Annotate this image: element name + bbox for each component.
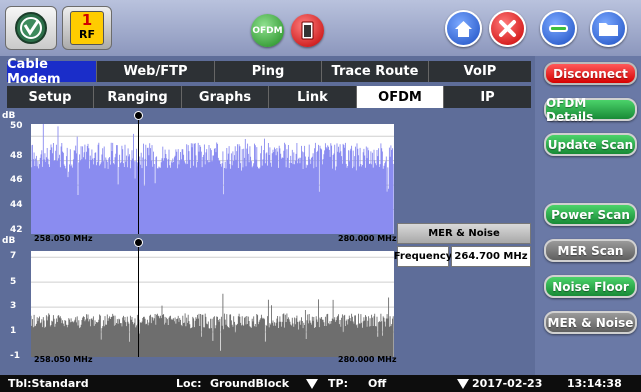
report-button[interactable] — [291, 14, 324, 47]
top-chart-x-start: 258.050 MHz — [34, 234, 93, 243]
minimize-icon — [549, 25, 568, 32]
tab-setup[interactable]: Setup — [7, 86, 94, 108]
ofdm-details-button[interactable]: OFDM Details — [544, 96, 637, 124]
info-box-label: Frequency — [394, 246, 452, 267]
bottom-chart-ytick: 7 — [10, 251, 17, 261]
home-icon — [455, 21, 472, 37]
tab-link[interactable]: Link — [269, 86, 357, 108]
tab-trace-route[interactable]: Trace Route — [322, 61, 429, 82]
home-logo-button[interactable] — [5, 6, 57, 50]
bottom-chart-marker-line[interactable] — [138, 243, 139, 357]
location-value[interactable]: GroundBlock — [210, 377, 289, 390]
bottom-chart-unit: dB — [2, 236, 16, 246]
rf-badge: 1 RF — [70, 11, 104, 45]
tab-web-ftp[interactable]: Web/FTP — [97, 61, 215, 82]
top-chart-unit: dB — [2, 111, 16, 121]
update-scan-button[interactable]: Update Scan — [544, 133, 637, 156]
bottom-chart-x-end: 280.000 MHz — [338, 355, 397, 364]
top-chart-ytick: 48 — [10, 151, 23, 161]
tab-ping[interactable]: Ping — [215, 61, 322, 82]
bottom-chart-ytick: 5 — [10, 277, 17, 287]
bottom-chart-ytick: 3 — [10, 301, 17, 311]
top-chart-marker-line[interactable] — [138, 114, 139, 234]
tab-ranging[interactable]: Ranging — [94, 86, 182, 108]
tab-cable-modem[interactable]: Cable Modem — [7, 57, 97, 87]
info-box-value: 264.700 MHz — [451, 246, 531, 267]
rf-number: 1 — [81, 11, 93, 29]
ofdm-button[interactable]: OFDM — [251, 14, 284, 47]
minimize-button[interactable] — [540, 10, 577, 47]
tab-ip[interactable]: IP — [444, 86, 531, 108]
top-chart-x-end: 280.000 MHz — [338, 234, 397, 243]
rf-label: RF — [79, 28, 95, 41]
top-chart-ytick: 42 — [10, 225, 23, 235]
top-chart-plot — [31, 124, 394, 234]
time: 13:14:38 — [567, 377, 622, 390]
test-point-value[interactable]: Off — [368, 377, 386, 390]
bottom-chart-plot — [31, 251, 394, 357]
disconnect-button[interactable]: Disconnect — [544, 62, 637, 85]
rf-port-button[interactable]: 1 RF — [62, 6, 112, 50]
bottom-chart-x-start: 258.050 MHz — [34, 355, 93, 364]
noise-floor-button[interactable]: Noise Floor — [544, 275, 637, 298]
top-chart-marker[interactable] — [134, 111, 143, 120]
mer-scan-button[interactable]: MER Scan — [544, 239, 637, 262]
top-chart-ytick: 44 — [10, 200, 23, 210]
mer-noise-button[interactable]: MER & Noise — [544, 311, 637, 334]
date: 2017-02-23 — [472, 377, 543, 390]
test-point-label: TP: — [328, 377, 348, 390]
folder-button[interactable] — [590, 10, 627, 47]
top-chart-ytick: 46 — [10, 175, 23, 185]
close-icon — [499, 20, 516, 37]
bottom-chart-marker[interactable] — [134, 238, 143, 247]
tab-graphs[interactable]: Graphs — [182, 86, 269, 108]
top-chart-ytick: 50 — [10, 121, 23, 131]
info-box-title: MER & Noise — [397, 223, 531, 244]
power-scan-button[interactable]: Power Scan — [544, 203, 637, 226]
bottom-chart-ytick: -1 — [10, 351, 20, 361]
tab-ofdm[interactable]: OFDM — [357, 86, 444, 108]
status-bar: Tbl:Standard Loc: GroundBlock TP: Off 20… — [0, 375, 641, 392]
folder-icon — [599, 23, 618, 36]
close-button[interactable] — [489, 10, 526, 47]
tab-voip[interactable]: VoIP — [429, 61, 531, 82]
clipboard-icon — [301, 21, 314, 40]
bottom-chart-ytick: 1 — [10, 326, 17, 336]
table-status: Tbl:Standard — [8, 377, 89, 390]
date-dropdown-icon[interactable] — [457, 379, 469, 389]
location-label: Loc: — [176, 377, 202, 390]
logo-icon — [15, 12, 47, 44]
home-button[interactable] — [445, 10, 482, 47]
ofdm-label: OFDM — [252, 25, 283, 36]
location-dropdown-icon[interactable] — [306, 379, 318, 389]
